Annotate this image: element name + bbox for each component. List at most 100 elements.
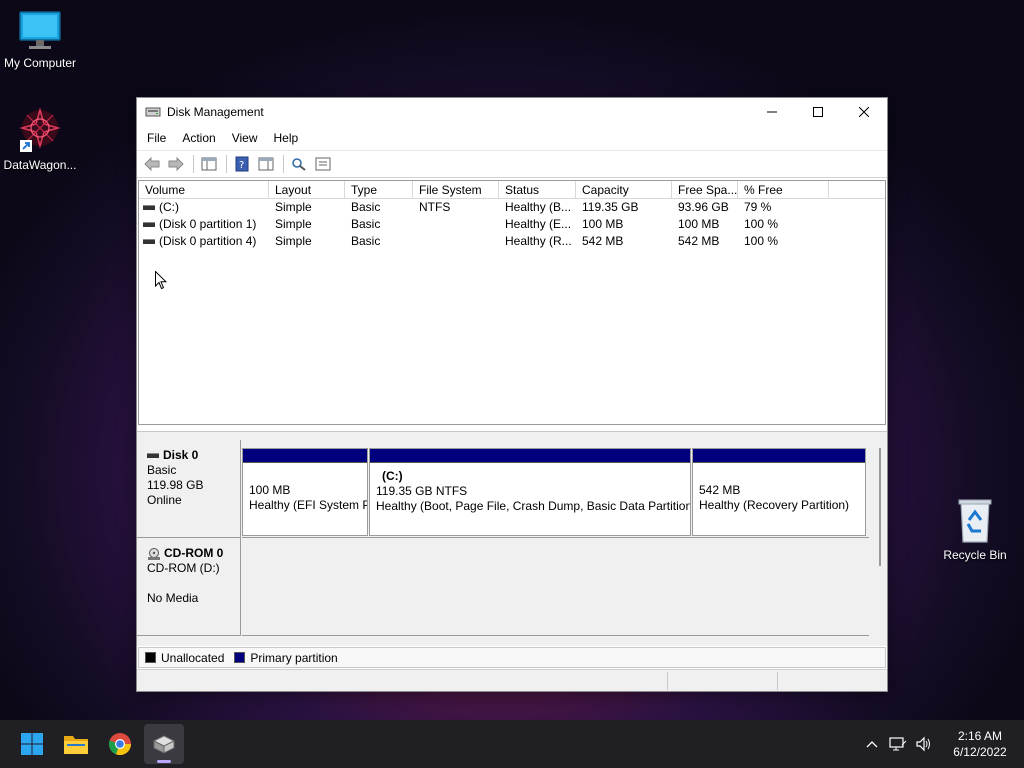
volume-list: Volume Layout Type File System Status Ca… <box>138 180 886 425</box>
file-system-cell <box>413 233 499 250</box>
title-bar[interactable]: Disk Management <box>137 98 887 126</box>
free-space-cell: 100 MB <box>678 217 720 231</box>
disk-0-row: Disk 0 Basic 119.98 GB Online 100 MB Hea… <box>137 440 869 538</box>
status-separator <box>777 672 778 690</box>
taskbar-chrome[interactable] <box>100 724 140 764</box>
type-cell: Basic <box>351 234 381 248</box>
minimize-button[interactable] <box>749 98 795 126</box>
column-header-layout[interactable]: Layout <box>269 181 345 198</box>
toolbar-separator <box>226 155 227 173</box>
show-hidden-icons-button[interactable] <box>860 732 884 756</box>
volume-cell: (Disk 0 partition 1) <box>139 216 269 233</box>
menu-bar: File Action View Help <box>137 126 887 150</box>
column-header-free-space[interactable]: Free Spa... <box>672 181 738 198</box>
column-header-volume[interactable]: Volume <box>139 181 269 198</box>
taskbar: 2:16 AM 6/12/2022 <box>0 720 1024 768</box>
desktop-icon-label: DataWagon... <box>3 158 77 172</box>
partition-size: 100 MB <box>249 483 291 497</box>
partition-recovery[interactable]: 542 MB Healthy (Recovery Partition) <box>692 448 866 536</box>
percent-free-cell: 79 % <box>744 200 772 214</box>
partition-size: 542 MB <box>699 483 741 497</box>
graphical-view-scrollbar[interactable] <box>879 448 881 566</box>
show-hide-action-pane-button[interactable] <box>255 154 277 174</box>
volume-name: (Disk 0 partition 1) <box>159 217 257 231</box>
properties-button[interactable] <box>312 154 334 174</box>
toolbar: ? <box>137 150 887 178</box>
status-cell: Healthy (R... <box>505 234 572 248</box>
clock-date: 6/12/2022 <box>953 745 1007 759</box>
desktop-icon-label: My Computer <box>3 56 77 70</box>
status-cell: Healthy (B... <box>505 200 572 214</box>
rescan-disks-button[interactable] <box>288 154 310 174</box>
taskbar-disk-management[interactable] <box>144 724 184 764</box>
legend-unallocated: Unallocated <box>161 650 225 665</box>
close-icon <box>859 107 869 117</box>
close-button[interactable] <box>841 98 887 126</box>
maximize-icon <box>813 107 823 117</box>
disk-management-window: Disk Management File Action View Help ? … <box>136 97 888 692</box>
network-button[interactable] <box>886 732 910 756</box>
clock-time: 2:16 AM <box>957 729 1003 743</box>
console-tree-icon <box>201 157 217 171</box>
drive-icon <box>143 239 155 244</box>
back-button[interactable] <box>141 154 163 174</box>
status-separator <box>667 672 668 690</box>
column-header-type[interactable]: Type <box>345 181 413 198</box>
chrome-icon <box>108 733 132 756</box>
start-button[interactable] <box>12 724 52 764</box>
column-header-percent-free[interactable]: % Free <box>738 181 829 198</box>
disk-icon <box>147 453 159 458</box>
menu-file[interactable]: File <box>139 131 174 145</box>
cdrom-drive: CD-ROM (D:) <box>147 561 220 575</box>
table-row[interactable]: (Disk 0 partition 4) Simple Basic Health… <box>139 233 885 250</box>
taskbar-clock[interactable]: 2:16 AM 6/12/2022 <box>950 728 1010 760</box>
disk-management-icon <box>152 735 176 754</box>
legend-primary: Primary partition <box>250 650 338 665</box>
desktop-icon-my-computer[interactable]: My Computer <box>0 10 80 70</box>
back-arrow-icon <box>144 157 160 171</box>
help-button[interactable]: ? <box>231 154 253 174</box>
system-tray: 2:16 AM 6/12/2022 <box>860 720 1024 768</box>
capacity-cell: 100 MB <box>582 217 624 231</box>
forward-button[interactable] <box>165 154 187 174</box>
type-cell: Basic <box>351 217 381 231</box>
volume-button[interactable] <box>912 732 936 756</box>
partition-efi[interactable]: 100 MB Healthy (EFI System Partition) <box>242 448 368 536</box>
table-row[interactable]: (Disk 0 partition 1) Simple Basic Health… <box>139 216 885 233</box>
taskbar-file-explorer[interactable] <box>56 724 96 764</box>
column-header-capacity[interactable]: Capacity <box>576 181 672 198</box>
cdrom-0-area <box>242 538 869 636</box>
disk-size: 119.98 GB <box>147 478 204 492</box>
file-system-cell <box>413 216 499 233</box>
window-title: Disk Management <box>167 105 264 119</box>
disk-0-label[interactable]: Disk 0 Basic 119.98 GB Online <box>137 440 241 538</box>
maximize-button[interactable] <box>795 98 841 126</box>
cdrom-status: No Media <box>147 591 199 605</box>
cdrom-0-row: CD-ROM 0 CD-ROM (D:) No Media <box>137 538 869 636</box>
desktop-icon-datawagon[interactable]: DataWagon... <box>0 106 80 172</box>
column-header-status[interactable]: Status <box>499 181 576 198</box>
cdrom-0-label[interactable]: CD-ROM 0 CD-ROM (D:) No Media <box>137 538 241 636</box>
percent-free-cell: 100 % <box>744 234 779 248</box>
partition-c[interactable]: (C:) 119.35 GB NTFS Healthy (Boot, Page … <box>369 448 691 536</box>
drive-icon <box>143 222 155 227</box>
menu-help[interactable]: Help <box>266 131 307 145</box>
menu-view[interactable]: View <box>224 131 266 145</box>
type-cell: Basic <box>351 200 381 214</box>
disk-status: Online <box>147 493 182 507</box>
partition-status: Healthy (Recovery Partition) <box>699 498 850 512</box>
desktop-icon-recycle-bin[interactable]: Recycle Bin <box>935 498 1015 562</box>
cdrom-name: CD-ROM 0 <box>164 546 224 560</box>
menu-action[interactable]: Action <box>174 131 223 145</box>
layout-cell: Simple <box>275 217 312 231</box>
partition-status: Healthy (Boot, Page File, Crash Dump, Ba… <box>376 499 690 513</box>
table-row[interactable]: (C:) Simple Basic NTFS Healthy (B... 119… <box>139 199 885 216</box>
column-header-file-system[interactable]: File System <box>413 181 499 198</box>
volume-list-header: Volume Layout Type File System Status Ca… <box>139 181 885 199</box>
show-hide-console-tree-button[interactable] <box>198 154 220 174</box>
layout-cell: Simple <box>275 200 312 214</box>
volume-cell: (Disk 0 partition 4) <box>139 233 269 250</box>
help-icon: ? <box>235 156 249 172</box>
disk-type: Basic <box>147 463 177 477</box>
